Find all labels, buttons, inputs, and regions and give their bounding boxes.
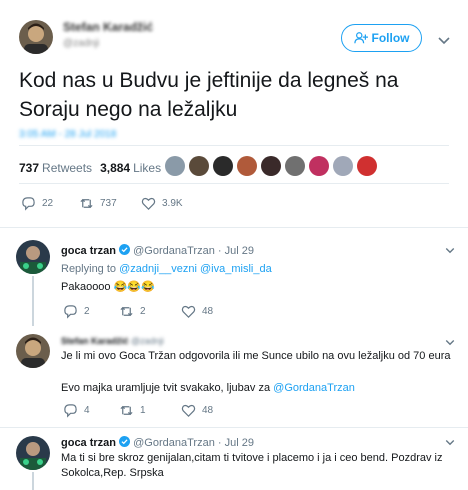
chevron-down-icon[interactable] [444, 336, 456, 348]
reply-icon [64, 404, 77, 418]
retweet-count: 1 [140, 405, 146, 416]
like-count: 3.9K [162, 198, 183, 209]
liker-avatar[interactable] [357, 156, 377, 176]
author-handle[interactable]: @zadnji [63, 38, 99, 49]
mention-link[interactable]: @GordanaTrzan [273, 382, 355, 394]
author-avatar[interactable] [19, 20, 53, 54]
divider [0, 227, 468, 228]
liker-avatar[interactable] [237, 156, 257, 176]
like-button[interactable]: 48 [181, 403, 213, 418]
retweets-count[interactable]: 737 [19, 161, 39, 175]
reply-avatar[interactable] [16, 436, 50, 470]
reply-text: Pakaoooo 😂😂😂 [61, 281, 155, 293]
chevron-down-icon[interactable] [444, 436, 456, 448]
follow-label: Follow [371, 31, 410, 45]
reply-header: Stefan Karadžić @zadnji [61, 336, 164, 346]
reply-actions: 2 2 48 [63, 304, 213, 319]
tweet-stats: 737 Retweets 3,884 Likes [19, 161, 161, 175]
reply-count: 4 [84, 405, 90, 416]
reply-author-name[interactable]: Stefan Karadžić [61, 336, 129, 346]
retweet-button[interactable]: 737 [79, 196, 141, 211]
retweet-icon [80, 198, 93, 209]
retweet-button[interactable]: 1 [119, 403, 181, 418]
reply-icon [64, 305, 77, 319]
reply-header: goca trzan @GordanaTrzan · Jul 29 [61, 436, 254, 449]
chevron-down-icon[interactable] [436, 32, 452, 48]
reply-count: 22 [42, 198, 54, 209]
reply-actions: 4 1 48 [63, 403, 213, 418]
tweet-timestamp[interactable]: 3:05 AM - 28 Jul 2018 [19, 124, 179, 140]
liker-avatar[interactable] [261, 156, 281, 176]
liker-avatar[interactable] [189, 156, 209, 176]
reply-text: Evo majka uramljuje tvit svakako, ljubav… [61, 382, 355, 394]
author-name[interactable]: Stefan Karadžić [63, 20, 153, 34]
verified-badge-icon [119, 244, 131, 255]
like-button[interactable]: 3.9K [141, 196, 183, 211]
replying-to: Replying to @zadnji__vezni @iva_misli_da [61, 263, 272, 275]
like-button[interactable]: 48 [181, 304, 213, 319]
reply-date[interactable]: Jul 29 [225, 437, 254, 449]
liker-avatar[interactable] [285, 156, 305, 176]
divider [19, 145, 449, 146]
reply-header: goca trzan @GordanaTrzan · Jul 29 [61, 244, 254, 257]
retweet-count: 2 [140, 306, 146, 317]
retweets-label[interactable]: Retweets [42, 161, 92, 175]
reply-author-handle[interactable]: @GordanaTrzan [133, 245, 215, 257]
heart-icon [181, 305, 196, 318]
add-user-icon [353, 32, 368, 44]
like-count: 48 [202, 306, 214, 317]
verified-badge-icon [119, 436, 131, 447]
likers-avatars [165, 156, 377, 176]
heart-icon [141, 197, 156, 210]
retweet-icon [120, 405, 133, 416]
retweet-count: 737 [100, 198, 117, 209]
retweet-button[interactable]: 2 [119, 304, 181, 319]
liker-avatar[interactable] [165, 156, 185, 176]
likes-count[interactable]: 3,884 [100, 161, 130, 175]
reply-button[interactable]: 2 [63, 304, 119, 319]
tweet-header: Stefan Karadžić @zadnji Follow [0, 0, 468, 60]
chevron-down-icon[interactable] [444, 244, 456, 256]
liker-avatar[interactable] [309, 156, 329, 176]
divider [0, 427, 468, 428]
reply-author-name[interactable]: goca trzan [61, 437, 116, 449]
divider [19, 183, 449, 184]
liker-avatar[interactable] [213, 156, 233, 176]
tweet-text: Kod nas u Budvu je jeftinije da legneš n… [19, 69, 399, 121]
reply-date[interactable]: Jul 29 [225, 245, 254, 257]
likes-label[interactable]: Likes [133, 161, 161, 175]
reply-text: Ma ti si bre skroz genijalan,citam ti tv… [61, 452, 443, 479]
mention-link[interactable]: @iva_misli_da [200, 263, 272, 275]
reply-avatar[interactable] [16, 334, 50, 368]
reply-author-name[interactable]: goca trzan [61, 245, 116, 257]
reply-author-handle[interactable]: @GordanaTrzan [133, 437, 215, 449]
like-count: 48 [202, 405, 214, 416]
mention-link[interactable]: @zadnji__vezni [119, 263, 197, 275]
thread-line [32, 472, 34, 490]
follow-button[interactable]: Follow [341, 24, 422, 52]
liker-avatar[interactable] [333, 156, 353, 176]
reply-count: 2 [84, 306, 90, 317]
heart-icon [181, 404, 196, 417]
reply-icon [22, 197, 35, 211]
tweet-actions: 22 737 3.9K [21, 196, 183, 211]
reply-button[interactable]: 4 [63, 403, 119, 418]
retweet-icon [120, 306, 133, 317]
reply-button[interactable]: 22 [21, 196, 79, 211]
reply-text: Je li mi ovo Goca Tržan odgovorila ili m… [61, 350, 451, 362]
thread-line [32, 276, 34, 326]
reply-avatar[interactable] [16, 240, 50, 274]
reply-author-handle[interactable]: @zadnji [131, 336, 164, 346]
